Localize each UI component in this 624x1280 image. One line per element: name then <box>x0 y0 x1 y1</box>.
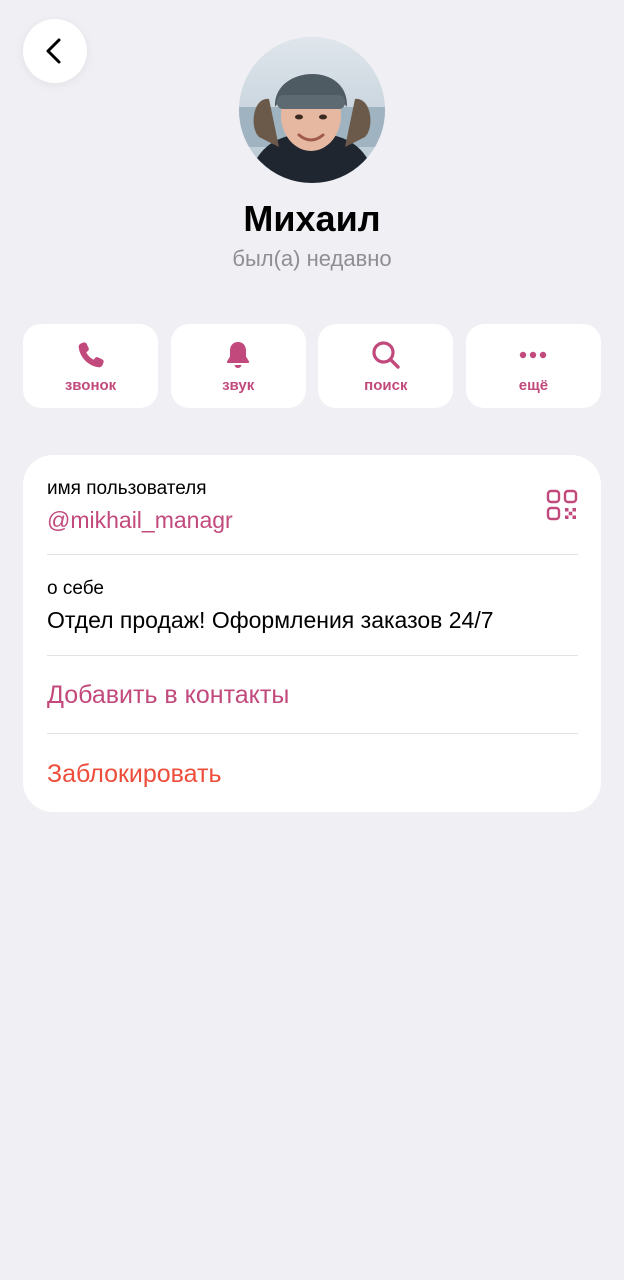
more-dots-icon <box>517 339 549 371</box>
username-caption: имя пользователя <box>47 478 207 499</box>
avatar[interactable] <box>239 37 385 183</box>
back-button[interactable] <box>23 19 87 83</box>
profile-name: Михаил <box>243 198 381 239</box>
more-button[interactable]: ещё <box>465 324 601 408</box>
username-row[interactable]: имя пользователя @mikhail_managr <box>47 477 578 535</box>
avatar-photo <box>239 37 385 183</box>
bell-icon <box>222 339 254 371</box>
profile-info-card: имя пользователя @mikhail_managr о себе … <box>23 455 601 812</box>
action-bar: звонок звук поиск ещё <box>23 324 601 408</box>
add-contact-button[interactable]: Добавить в контакты <box>47 679 578 711</box>
divider <box>47 733 578 734</box>
divider <box>47 655 578 656</box>
sound-button[interactable]: звук <box>170 324 306 408</box>
search-button[interactable]: поиск <box>318 324 454 408</box>
about-caption: о себе <box>47 578 104 599</box>
sound-label: звук <box>222 377 255 394</box>
more-label: ещё <box>518 377 549 394</box>
call-label: звонок <box>64 377 117 394</box>
qr-code-icon[interactable] <box>546 489 578 521</box>
search-label: поиск <box>364 377 408 394</box>
chevron-left-icon <box>46 38 61 64</box>
block-button[interactable]: Заблокировать <box>47 758 578 790</box>
about-value: Отдел продаж! Оформления заказов 24/7 <box>47 607 494 633</box>
about-row: о себе Отдел продаж! Оформления заказов … <box>47 577 578 635</box>
add-contact-row[interactable]: Добавить в контакты <box>47 679 578 711</box>
search-icon <box>370 339 402 371</box>
block-row[interactable]: Заблокировать <box>47 758 578 790</box>
username-value[interactable]: @mikhail_managr <box>47 505 578 535</box>
call-button[interactable]: звонок <box>23 324 158 408</box>
divider <box>47 554 578 555</box>
phone-icon <box>75 339 107 371</box>
last-seen-status: был(а) недавно <box>232 246 392 271</box>
